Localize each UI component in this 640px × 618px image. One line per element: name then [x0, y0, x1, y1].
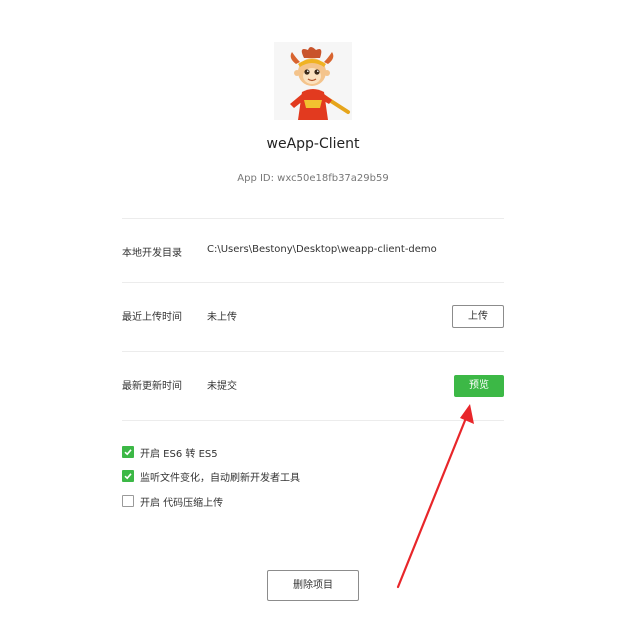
local-dir-value: C:\Users\Bestony\Desktop\weapp-client-de… — [207, 244, 437, 255]
checkbox-checked-icon[interactable] — [122, 446, 134, 458]
monkey-king-avatar-icon — [290, 47, 350, 120]
divider — [122, 351, 504, 352]
checkbox-checked-icon[interactable] — [122, 470, 134, 482]
delete-project-button[interactable]: 删除项目 — [267, 570, 359, 601]
option-label: 开启 ES6 转 ES5 — [140, 448, 218, 460]
local-dir-label: 本地开发目录 — [122, 248, 182, 259]
divider — [122, 282, 504, 283]
last-update-label: 最新更新时间 — [122, 381, 182, 392]
divider — [122, 420, 504, 421]
app-id: App ID: wxc50e18fb37a29b59 — [237, 173, 389, 184]
upload-button[interactable]: 上传 — [452, 305, 504, 328]
option-watch-files[interactable]: 监听文件变化，自动刷新开发者工具 — [122, 469, 300, 484]
app-avatar — [274, 42, 352, 120]
last-upload-label: 最近上传时间 — [122, 312, 182, 323]
checkbox-unchecked-icon[interactable] — [122, 495, 134, 507]
app-name: weApp-Client — [266, 136, 360, 152]
last-update-value: 未提交 — [207, 381, 237, 392]
option-es6-to-es5[interactable]: 开启 ES6 转 ES5 — [122, 445, 218, 460]
last-upload-value: 未上传 — [207, 312, 237, 323]
option-label: 监听文件变化，自动刷新开发者工具 — [140, 472, 300, 484]
divider — [122, 218, 504, 219]
preview-button[interactable]: 预览 — [454, 375, 504, 397]
option-label: 开启 代码压缩上传 — [140, 497, 224, 509]
option-compress-upload[interactable]: 开启 代码压缩上传 — [122, 494, 224, 509]
